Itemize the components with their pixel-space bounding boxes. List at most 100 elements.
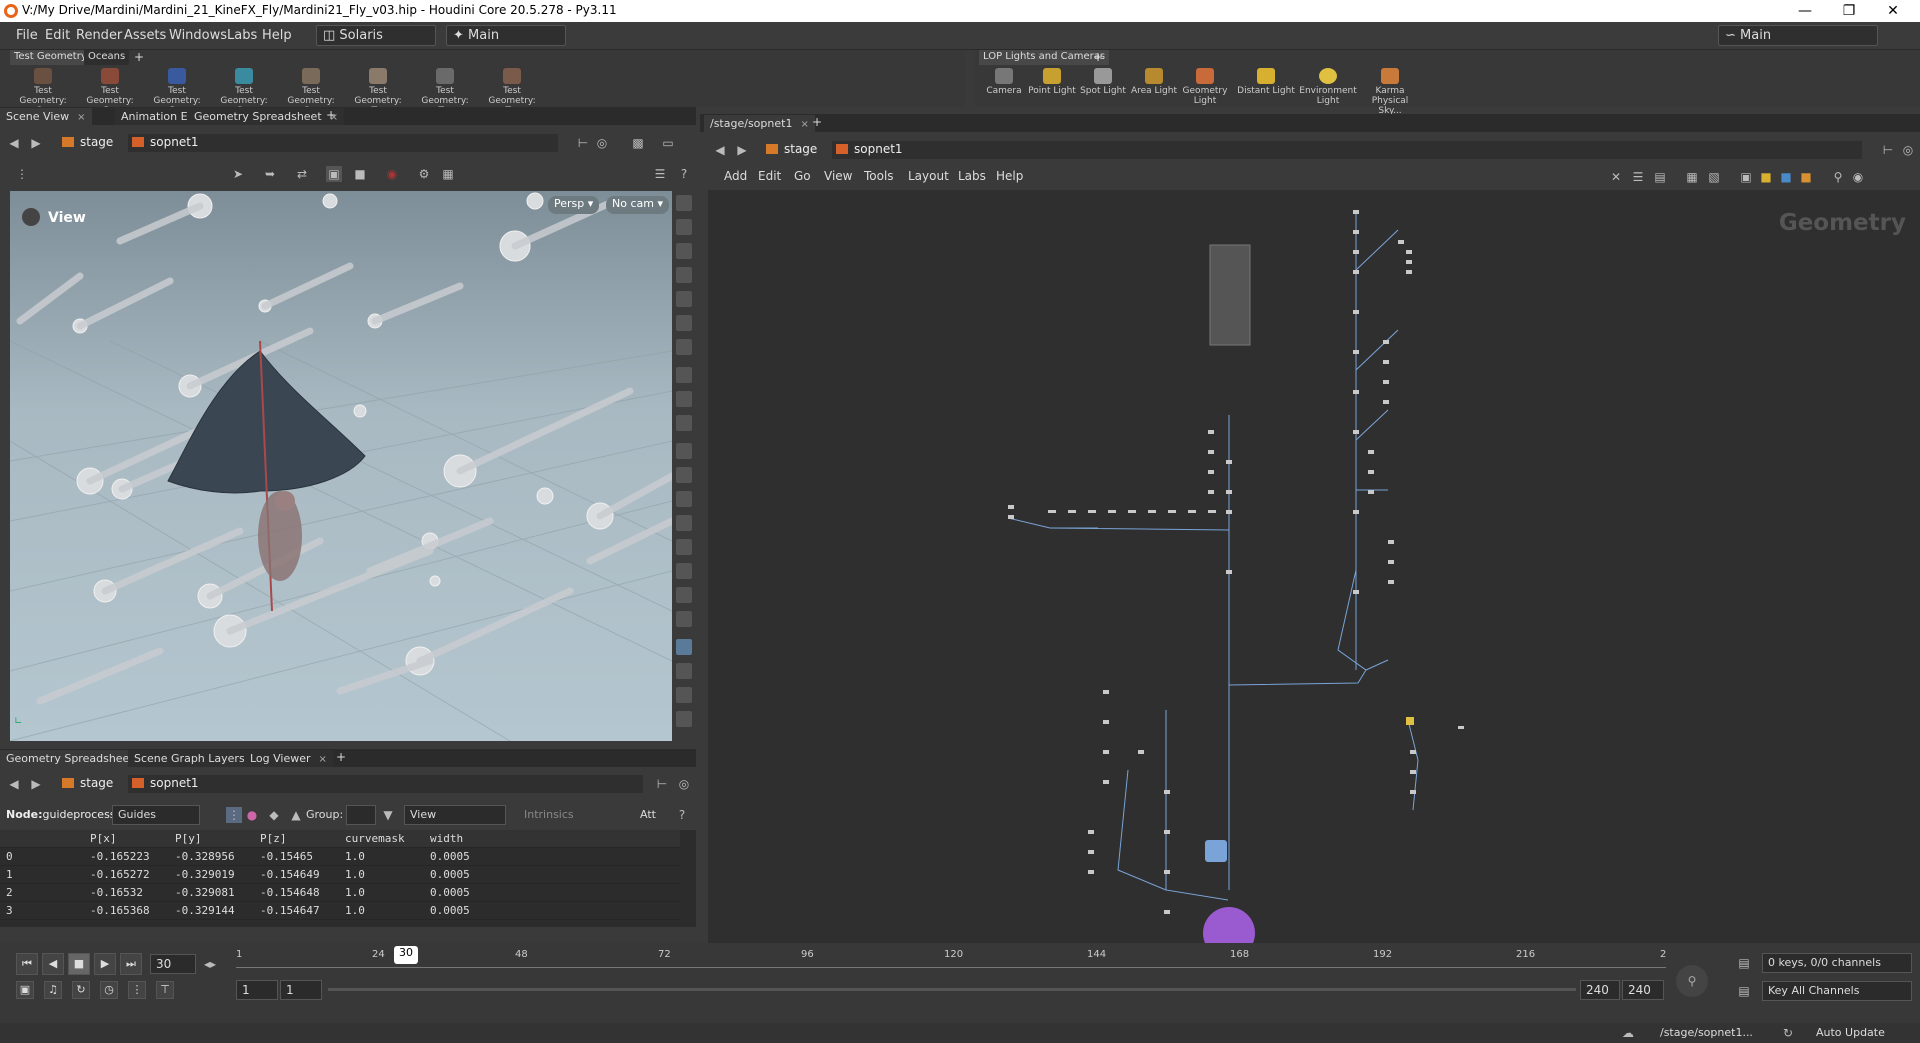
side-tool-icon[interactable]	[676, 291, 692, 307]
range-slider[interactable]	[328, 988, 1576, 991]
realtime-icon[interactable]: ▣	[16, 981, 34, 999]
help-icon[interactable]: ?	[674, 807, 690, 823]
detail-icon[interactable]: ▲	[288, 807, 304, 823]
add-tab-icon[interactable]: +	[326, 108, 336, 122]
shelf-tab-test-geometry[interactable]: Test Geometry	[10, 50, 91, 65]
last-frame-icon[interactable]: ⏭	[120, 953, 142, 975]
filter-icon[interactable]: ▼	[380, 807, 396, 823]
column-header[interactable]: P[y]	[175, 832, 202, 845]
shelf-tab-oceans[interactable]: Oceans	[84, 50, 130, 65]
guides-select[interactable]: Guides	[112, 805, 200, 825]
points-icon[interactable]: ⋮	[226, 807, 242, 823]
network-menu-layout[interactable]: Layout	[908, 169, 949, 183]
side-tool-icon[interactable]	[676, 611, 692, 627]
key-wheel-icon[interactable]: ⚲	[1676, 965, 1708, 997]
forward-icon[interactable]: ▶	[28, 135, 44, 151]
step-frame-icon[interactable]: ◂▸	[202, 956, 218, 972]
table-row[interactable]: 0 -0.165223 -0.328956 -0.15465 1.0 0.0005	[0, 848, 680, 866]
grid-alt-icon[interactable]: ▧	[1706, 169, 1722, 185]
side-tool-icon[interactable]	[676, 219, 692, 235]
side-tool-icon[interactable]	[676, 491, 692, 507]
note-icon[interactable]: ▣	[1738, 169, 1754, 185]
network-menu-help[interactable]: Help	[996, 169, 1023, 183]
add-tab-icon[interactable]: +	[812, 115, 822, 129]
persp-menu[interactable]: Persp ▾	[548, 196, 600, 214]
scene-viewport[interactable]: View Persp ▾ No cam ▾ ∟	[10, 191, 672, 741]
display-tool-icon[interactable]: ▣	[326, 166, 342, 182]
render-icon[interactable]: ▦	[440, 166, 456, 182]
side-tool-icon[interactable]	[676, 687, 692, 703]
close-icon[interactable]: ✕	[1878, 1, 1908, 21]
tool-environment-light[interactable]: Environment Light	[1299, 68, 1357, 106]
camera-snapshot-icon[interactable]: ◉	[1850, 169, 1866, 185]
column-header[interactable]: width	[430, 832, 463, 845]
side-tool-icon[interactable]	[676, 195, 692, 211]
scope-icon[interactable]: ⊤	[156, 981, 174, 999]
view-menu-icon[interactable]	[22, 208, 40, 226]
vertices-icon[interactable]: ●	[244, 807, 260, 823]
network-editor[interactable]: Geometry	[708, 190, 1920, 943]
side-tool-icon[interactable]	[676, 467, 692, 483]
pin-icon[interactable]: ⊢	[654, 776, 670, 792]
layout-icon[interactable]: ▩	[630, 135, 646, 151]
start-frame-field[interactable]: 1	[236, 980, 278, 1000]
column-header[interactable]: P[z]	[260, 832, 287, 845]
tool-spot-light[interactable]: Spot Light	[1074, 68, 1132, 96]
gear-icon[interactable]: ⚙	[416, 166, 432, 182]
play-icon[interactable]: ▶	[94, 953, 116, 975]
add-tab-icon[interactable]: +	[336, 750, 346, 764]
playback-end-field[interactable]: 240	[1580, 980, 1620, 1000]
keys-icon[interactable]: ⋮	[128, 981, 146, 999]
record-icon[interactable]: ◉	[384, 166, 400, 182]
display-options-icon[interactable]: ☰	[652, 166, 668, 182]
add-shelf-tab-icon[interactable]: +	[134, 50, 144, 64]
table-row[interactable]: 2 -0.16532 -0.329081 -0.154648 1.0 0.0005	[0, 884, 680, 902]
status-path[interactable]: /stage/sopnet1...	[1660, 1026, 1753, 1039]
help-icon[interactable]: ?	[676, 166, 692, 182]
close-tab-icon[interactable]: ×	[800, 119, 808, 130]
key-channels-icon[interactable]: ▤	[1736, 983, 1752, 999]
menu-windows[interactable]: Windows	[169, 28, 227, 43]
refresh-icon[interactable]: ↻	[1780, 1025, 1796, 1041]
side-tool-icon[interactable]	[676, 339, 692, 355]
network-menu-go[interactable]: Go	[794, 169, 811, 183]
pin-icon[interactable]: ⊢	[1880, 142, 1896, 158]
network-menu-labs[interactable]: Labs	[958, 169, 986, 183]
network-menu-view[interactable]: View	[824, 169, 852, 183]
key-all-channels-select[interactable]: Key All Channels	[1762, 981, 1912, 1001]
timeline-ruler[interactable]: 1 24 48 72 96 120 144 168 192 216 2 30	[236, 943, 1666, 973]
menu-file[interactable]: File	[16, 28, 38, 43]
network-menu-add[interactable]: Add	[724, 169, 747, 183]
network-menu-tools[interactable]: Tools	[864, 169, 894, 183]
first-frame-icon[interactable]: ⏮	[16, 953, 38, 975]
image-icon[interactable]: ■	[1778, 169, 1794, 185]
forward-icon[interactable]: ▶	[734, 142, 750, 158]
step-back-icon[interactable]: ◀	[42, 953, 64, 975]
column-header[interactable]: curvemask	[345, 832, 405, 845]
table-row[interactable]: 3 -0.165368 -0.329144 -0.154647 1.0 0.0005	[0, 902, 680, 920]
forward-icon[interactable]: ▶	[28, 776, 44, 792]
link-icon[interactable]: ◎	[676, 776, 692, 792]
breadcrumb-stage[interactable]: stage	[762, 141, 821, 159]
camera-tool-icon[interactable]: ■	[352, 166, 368, 182]
side-tool-icon[interactable]	[676, 443, 692, 459]
intrinsics-select[interactable]: Intrinsics	[524, 808, 574, 821]
menu-labs[interactable]: Labs	[227, 28, 257, 43]
menu-help[interactable]: Help	[262, 28, 292, 43]
tool-area-light[interactable]: Area Light	[1125, 68, 1183, 96]
back-icon[interactable]: ◀	[6, 135, 22, 151]
primitives-icon[interactable]: ◆	[266, 807, 282, 823]
back-icon[interactable]: ◀	[712, 142, 728, 158]
grid-icon[interactable]: ▦	[1684, 169, 1700, 185]
current-frame-marker[interactable]: 30	[394, 946, 418, 964]
tab-network[interactable]: /stage/sopnet1 ×	[704, 115, 815, 132]
tool-geometry-light[interactable]: Geometry Light	[1176, 68, 1234, 106]
side-tool-icon[interactable]	[676, 587, 692, 603]
dopesheet-icon[interactable]: ▤	[1736, 955, 1752, 971]
side-tool-icon[interactable]	[676, 315, 692, 331]
auto-update-select[interactable]: Auto Update	[1816, 1026, 1885, 1039]
search-icon[interactable]: ⚲	[1830, 169, 1846, 185]
right-layout-select[interactable]: ∽ Main	[1718, 25, 1878, 46]
menu-assets[interactable]: Assets	[124, 28, 166, 43]
current-frame-field[interactable]: 30	[150, 954, 196, 974]
